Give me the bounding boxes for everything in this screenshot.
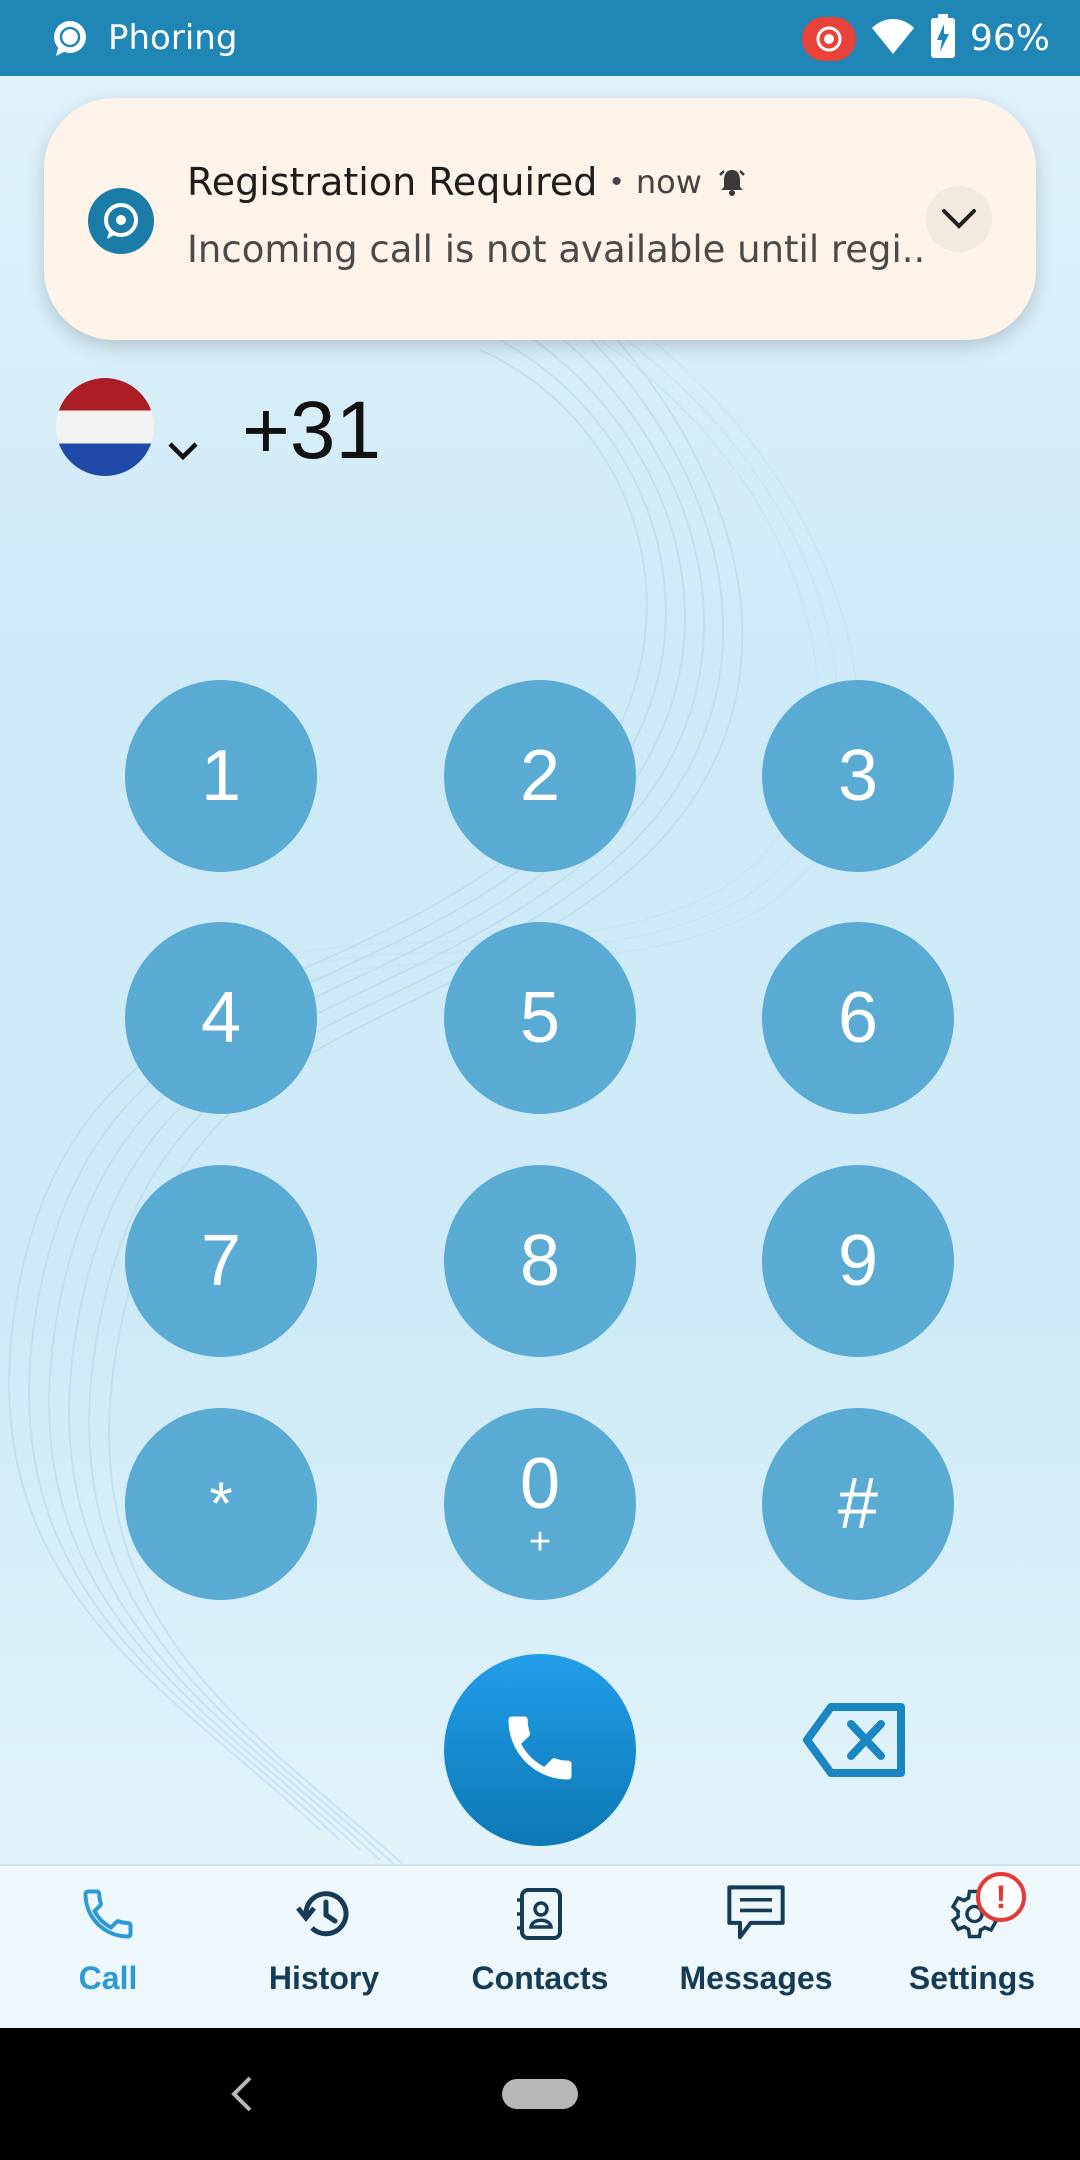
key-digit: 2: [519, 736, 561, 816]
settings-alert-badge: !: [976, 1872, 1026, 1922]
nav-contacts[interactable]: Contacts: [432, 1866, 648, 2030]
notification-header: Registration Required • now: [187, 160, 748, 204]
battery-charging-icon: [930, 14, 956, 63]
alert-bell-icon: [716, 166, 748, 198]
key-digit: 3: [837, 736, 879, 816]
nav-settings[interactable]: ! Settings: [864, 1866, 1080, 2030]
netherlands-flag[interactable]: [56, 378, 154, 476]
key-digit: 0: [519, 1444, 561, 1524]
key-1[interactable]: 1: [125, 680, 317, 872]
notification-time: now: [635, 163, 702, 201]
nav-label: History: [268, 1960, 380, 1996]
key-6[interactable]: 6: [762, 922, 954, 1114]
screen-record-icon: [801, 16, 856, 61]
key-digit: *: [209, 1470, 233, 1537]
key-digit: 6: [837, 978, 879, 1058]
key-digit: 9: [837, 1221, 879, 1301]
status-icons: 96%: [801, 14, 1050, 63]
key-0[interactable]: 0 +: [444, 1408, 636, 1600]
key-digit: 5: [519, 978, 561, 1058]
key-8[interactable]: 8: [444, 1165, 636, 1357]
history-icon: [292, 1882, 356, 1946]
nav-call[interactable]: Call: [0, 1866, 216, 2030]
nav-label: Settings: [908, 1960, 1036, 1996]
battery-percent: 96%: [969, 17, 1050, 59]
messages-icon: [724, 1882, 788, 1946]
phone-icon: [498, 1706, 582, 1795]
backspace-icon: [803, 1702, 907, 1783]
key-7[interactable]: 7: [125, 1165, 317, 1357]
key-star[interactable]: *: [125, 1408, 317, 1600]
phone-icon: [76, 1882, 140, 1946]
key-sub-label: +: [528, 1521, 552, 1563]
phoring-app-icon: [88, 188, 154, 254]
key-digit: 1: [200, 736, 242, 816]
backspace-button[interactable]: [800, 1702, 910, 1782]
nav-label: Call: [78, 1960, 138, 1996]
country-chevron-down-icon[interactable]: [166, 438, 200, 462]
registration-notification[interactable]: Registration Required • now Incoming cal…: [44, 98, 1036, 340]
notification-body: Incoming call is not available until reg…: [187, 228, 926, 271]
key-2[interactable]: 2: [444, 680, 636, 872]
status-app-name: Phoring: [108, 18, 238, 58]
nav-messages[interactable]: Messages: [648, 1866, 864, 2030]
key-5[interactable]: 5: [444, 922, 636, 1114]
nav-label: Messages: [679, 1960, 833, 1996]
system-navigation-bar: [0, 2028, 1080, 2160]
notification-separator: •: [611, 165, 622, 198]
call-button[interactable]: [444, 1654, 636, 1846]
wifi-icon: [870, 16, 916, 61]
phone-number-display[interactable]: +31: [242, 384, 381, 478]
nav-label: Contacts: [471, 1960, 609, 1996]
notification-title: Registration Required: [187, 160, 598, 204]
key-9[interactable]: 9: [762, 1165, 954, 1357]
key-digit: #: [837, 1464, 879, 1544]
key-digit: 7: [200, 1221, 242, 1301]
home-pill[interactable]: [502, 2079, 578, 2109]
contacts-icon: [508, 1882, 572, 1946]
back-icon[interactable]: [222, 2072, 262, 2116]
gear-icon: !: [940, 1872, 1026, 1946]
bottom-navigation: Call History Contacts Messages ! Setting…: [0, 1864, 1080, 2030]
key-digit: 4: [200, 978, 242, 1058]
key-digit: 8: [519, 1221, 561, 1301]
phoring-chat-icon: [50, 18, 90, 58]
status-bar: Phoring 96%: [0, 0, 1080, 76]
key-3[interactable]: 3: [762, 680, 954, 872]
nav-history[interactable]: History: [216, 1866, 432, 2030]
key-4[interactable]: 4: [125, 922, 317, 1114]
expand-chevron-icon[interactable]: [926, 186, 992, 252]
key-hash[interactable]: #: [762, 1408, 954, 1600]
